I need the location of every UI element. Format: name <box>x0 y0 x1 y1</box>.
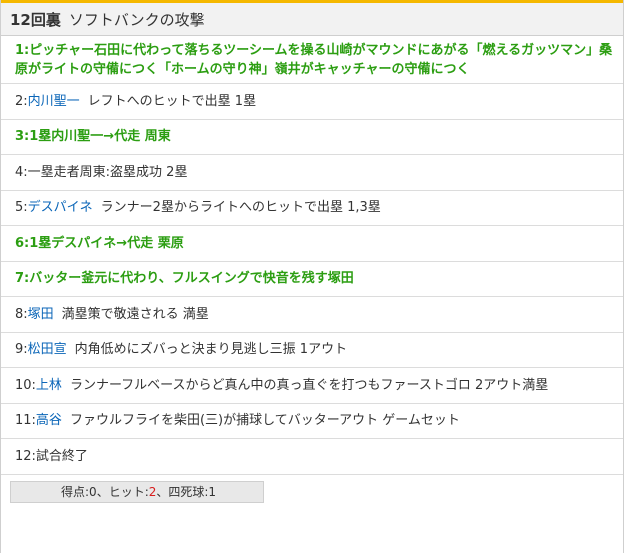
play-number: 10: <box>15 377 36 393</box>
play-text: 試合終了 <box>35 448 88 464</box>
player-link[interactable]: デスパイネ <box>28 200 93 215</box>
play-number: 8: <box>15 306 28 322</box>
play-content: 3:1塁内川聖一→代走 周東 <box>15 127 171 146</box>
play-text: 内角低めにズバっと決まり見逃し三振 1アウト <box>74 342 348 358</box>
inning-label: 12回裏 <box>10 10 61 29</box>
play-number: 6: <box>15 235 30 251</box>
play-number: 3: <box>15 129 30 145</box>
play-text: 一塁走者周東:盗塁成功 2塁 <box>27 164 188 180</box>
play-row: 11:高谷 ファウルフライを柴田(三)が捕球してバッターアウト ゲームセット <box>1 404 623 439</box>
hits-label: 、ヒット: <box>96 484 149 499</box>
summary-row: 得点:0、ヒット:2、四死球:1 <box>1 475 623 503</box>
play-content: 4:一塁走者周東:盗塁成功 2塁 <box>15 163 187 182</box>
play-row: 3:1塁内川聖一→代走 周東 <box>1 120 623 155</box>
play-content: 12:試合終了 <box>15 447 88 466</box>
play-number: 2: <box>15 93 28 109</box>
play-content: 5:デスパイネ ランナー2塁からライトへのヒットで出塁 1,3塁 <box>15 198 381 217</box>
play-content: 1:ピッチャー石田に代わって落ちるツーシームを操る山崎がマウンドにあがる「燃える… <box>15 41 617 79</box>
play-row: 1:ピッチャー石田に代わって落ちるツーシームを操る山崎がマウンドにあがる「燃える… <box>1 36 623 84</box>
play-number: 7: <box>15 271 30 287</box>
inning-header: 12回裏 ソフトバンクの攻撃 <box>1 3 623 36</box>
play-text: ファウルフライを柴田(三)が捕球してバッターアウト ゲームセット <box>69 413 460 429</box>
player-link[interactable]: 塚田 <box>28 307 54 322</box>
play-text: 1塁デスパイネ→代走 栗原 <box>29 235 184 251</box>
play-number: 9: <box>15 342 28 358</box>
runs-value: 0 <box>89 484 97 499</box>
play-row: 9:松田宣 内角低めにズバっと決まり見逃し三振 1アウト <box>1 333 623 368</box>
play-number: 11: <box>15 413 36 429</box>
play-row: 12:試合終了 <box>1 439 623 475</box>
play-number: 5: <box>15 200 28 216</box>
play-text: レフトへのヒットで出塁 1塁 <box>87 93 257 109</box>
play-number: 12: <box>15 448 36 464</box>
play-row: 5:デスパイネ ランナー2塁からライトへのヒットで出塁 1,3塁 <box>1 191 623 226</box>
player-link[interactable]: 高谷 <box>36 413 62 428</box>
walks-label: 、四死球: <box>156 484 209 499</box>
play-content: 7:バッター釜元に代わり、フルスイングで快音を残す塚田 <box>15 269 354 288</box>
play-text: ピッチャー石田に代わって落ちるツーシームを操る山崎がマウンドにあがる「燃えるガッ… <box>15 42 613 77</box>
play-row: 8:塚田 満塁策で敬遠される 満塁 <box>1 297 623 333</box>
inning-summary: 得点:0、ヒット:2、四死球:1 <box>10 480 264 503</box>
play-content: 8:塚田 満塁策で敬遠される 満塁 <box>15 305 209 324</box>
walks-value: 1 <box>208 484 217 499</box>
play-content: 6:1塁デスパイネ→代走 栗原 <box>15 234 184 253</box>
play-number: 1: <box>15 42 30 58</box>
play-row: 6:1塁デスパイネ→代走 栗原 <box>1 226 623 262</box>
play-row: 7:バッター釜元に代わり、フルスイングで快音を残す塚田 <box>1 262 623 297</box>
play-content: 2:内川聖一 レフトへのヒットで出塁 1塁 <box>15 92 256 111</box>
inning-title: ソフトバンクの攻撃 <box>68 10 205 29</box>
play-text: 満塁策で敬遠される 満塁 <box>61 306 209 322</box>
play-row: 10:上林 ランナーフルベースからど真ん中の真っ直ぐを打つもファーストゴロ 2アウ… <box>1 368 623 404</box>
play-list: 1:ピッチャー石田に代わって落ちるツーシームを操る山崎がマウンドにあがる「燃える… <box>1 36 623 475</box>
player-link[interactable]: 上林 <box>36 378 62 393</box>
play-text: バッター釜元に代わり、フルスイングで快音を残す塚田 <box>29 271 354 287</box>
play-by-play-panel: 12回裏 ソフトバンクの攻撃 1:ピッチャー石田に代わって落ちるツーシームを操る… <box>0 0 624 553</box>
play-row: 2:内川聖一 レフトへのヒットで出塁 1塁 <box>1 84 623 120</box>
play-number: 4: <box>15 164 28 180</box>
play-content: 10:上林 ランナーフルベースからど真ん中の真っ直ぐを打つもファーストゴロ 2アウ… <box>15 376 548 395</box>
play-row: 4:一塁走者周東:盗塁成功 2塁 <box>1 155 623 191</box>
play-text: 1塁内川聖一→代走 周東 <box>29 129 171 145</box>
player-link[interactable]: 内川聖一 <box>28 94 80 109</box>
play-content: 11:高谷 ファウルフライを柴田(三)が捕球してバッターアウト ゲームセット <box>15 411 460 430</box>
player-link[interactable]: 松田宣 <box>28 342 67 357</box>
runs-label: 得点: <box>61 484 90 499</box>
play-text: ランナー2塁からライトへのヒットで出塁 1,3塁 <box>100 200 381 216</box>
play-text: ランナーフルベースからど真ん中の真っ直ぐを打つもファーストゴロ 2アウト満塁 <box>69 377 549 393</box>
play-content: 9:松田宣 内角低めにズバっと決まり見逃し三振 1アウト <box>15 340 347 359</box>
